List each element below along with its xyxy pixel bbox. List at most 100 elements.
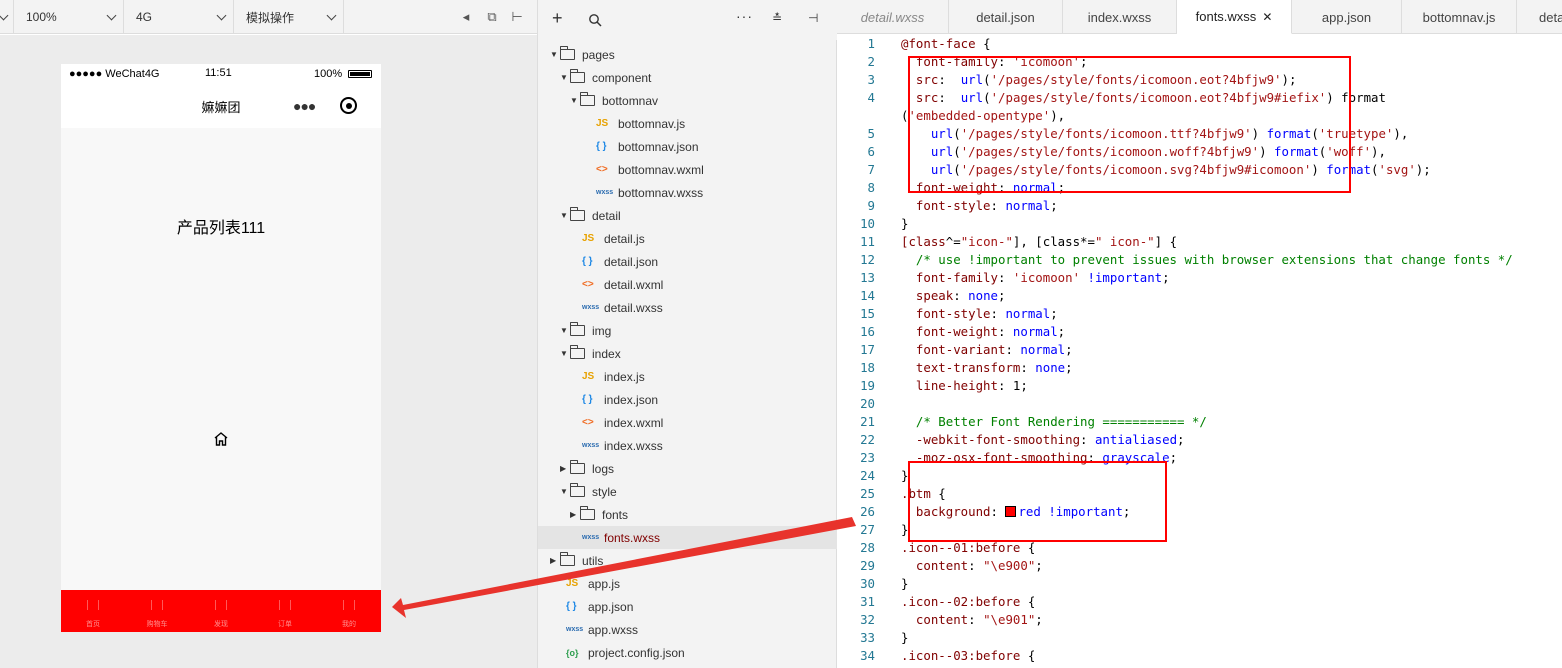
expanded-arrow-icon[interactable]: ▼ [560, 73, 570, 82]
close-capsule-icon[interactable] [340, 97, 357, 114]
simulate-select[interactable]: 模拟操作 [234, 0, 344, 34]
js-file-icon: JS [582, 371, 595, 382]
bottom-tab[interactable]: 发现 [189, 590, 253, 632]
code-line: } [901, 630, 909, 645]
tab-icon [343, 600, 355, 610]
split-icon[interactable]: ⊢ [510, 10, 524, 24]
editor-tab[interactable]: index.wxss [1063, 0, 1177, 34]
code-line: -webkit-font-smoothing: antialiased; [915, 432, 1185, 447]
more-options-icon[interactable]: ··· [736, 8, 753, 24]
tree-item[interactable]: <> detail.wxml [582, 273, 663, 296]
network-select[interactable]: 4G [124, 0, 234, 34]
code-line: /* use !important to prevent issues with… [901, 252, 1513, 267]
line-number: 24 [860, 468, 875, 483]
simulate-value: 模拟操作 [246, 10, 295, 25]
editor-tab[interactable]: deta [1517, 0, 1562, 34]
tree-item[interactable]: { } bottomnav.json [596, 135, 699, 158]
collapsed-arrow-icon[interactable]: ▶ [570, 510, 580, 519]
tree-item[interactable]: ▼ pages [550, 43, 615, 66]
tree-item[interactable]: ▶ utils [550, 549, 603, 572]
nav-bar: 嫲嫲团 ●●● [61, 84, 381, 128]
bottom-tab[interactable]: 我的 [317, 590, 381, 632]
popout-icon[interactable]: ⧉ [485, 10, 499, 24]
folder-icon [559, 552, 575, 566]
tree-item[interactable]: JS detail.js [582, 227, 645, 250]
tab-icon [151, 600, 163, 610]
expanded-arrow-icon[interactable]: ▼ [560, 211, 570, 220]
tree-item[interactable]: wxss bottomnav.wxss [596, 181, 703, 204]
tab-label: bottomnav.js [1422, 9, 1496, 25]
tree-item[interactable]: ▼ detail [560, 204, 621, 227]
bottom-tab[interactable]: 购物车 [125, 590, 189, 632]
sort-icon[interactable]: ≛ [772, 11, 782, 25]
line-number: 31 [860, 594, 875, 609]
tree-item[interactable]: ▼ index [560, 342, 621, 365]
bottom-tab[interactable]: 首页 [61, 590, 125, 632]
tree-item-label: detail.wxml [604, 277, 664, 292]
tab-label: index.wxss [1087, 9, 1152, 25]
expanded-arrow-icon[interactable]: ▼ [550, 50, 560, 59]
tab-label: 首页 [86, 621, 100, 628]
home-icon[interactable] [212, 430, 230, 448]
tree-item[interactable]: <> index.wxml [582, 411, 663, 434]
add-icon[interactable]: + [552, 9, 563, 27]
collapsed-arrow-icon[interactable]: ▶ [550, 556, 560, 565]
tree-item[interactable]: wxss detail.wxss [582, 296, 663, 319]
tree-item[interactable]: ▶ fonts [570, 503, 628, 526]
tree-item[interactable]: ▼ component [560, 66, 651, 89]
tree-item[interactable]: { } app.json [566, 595, 633, 618]
line-number: 25 [860, 486, 875, 501]
tree-item-label: bottomnav.js [618, 116, 686, 131]
json-file-icon: { } [582, 256, 593, 267]
editor-tab[interactable]: fonts.wxss ✕ [1177, 0, 1292, 34]
line-number: 34 [860, 648, 875, 663]
zoom-select[interactable]: 100% [14, 0, 124, 34]
tree-item[interactable]: ▶ logs [560, 457, 614, 480]
tree-item[interactable]: { } detail.json [582, 250, 658, 273]
close-tab-icon[interactable]: ✕ [1262, 10, 1272, 24]
tree-item-label: index [592, 346, 621, 361]
search-icon[interactable] [588, 13, 602, 27]
code-line: font-weight: normal; [915, 324, 1066, 339]
status-bar: ●●●●● WeChat4G 11:51 100% [61, 64, 381, 84]
collapse-icon[interactable]: ⊣ [808, 11, 818, 25]
collapsed-arrow-icon[interactable]: ▶ [560, 464, 570, 473]
tree-item[interactable]: JS index.js [582, 365, 645, 388]
tree-item[interactable]: JS bottomnav.js [596, 112, 685, 135]
editor-tab[interactable]: app.json [1292, 0, 1402, 34]
file-tree: ▼ pages ▼ component ▼ bottomnav JS bottomnav.js… [537, 40, 838, 668]
tree-item[interactable]: JS app.js [566, 572, 620, 595]
tree-item-label: img [592, 323, 612, 338]
tree-item[interactable]: ▼ bottomnav [570, 89, 658, 112]
tree-item[interactable]: { } index.json [582, 388, 658, 411]
tree-item[interactable]: wxss fonts.wxss [538, 526, 838, 549]
device-select[interactable] [0, 0, 14, 34]
folder-icon [579, 506, 595, 520]
line-number: 18 [860, 360, 875, 375]
code-line: line-height: 1; [915, 378, 1028, 393]
volume-icon[interactable]: ◂ [459, 10, 473, 24]
editor-tab[interactable]: bottomnav.js [1402, 0, 1517, 34]
tree-item-label: index.js [604, 369, 645, 384]
tree-item[interactable]: wxss index.wxss [582, 434, 663, 457]
expanded-arrow-icon[interactable]: ▼ [560, 349, 570, 358]
expanded-arrow-icon[interactable]: ▼ [560, 326, 570, 335]
folder-open-icon [569, 69, 585, 83]
tree-item[interactable]: {o} project.config.json [566, 641, 685, 664]
explorer-header: + ··· ≛ ⊣ [537, 0, 837, 40]
line-number: 20 [860, 396, 875, 411]
editor-tab[interactable]: detail.json [949, 0, 1063, 34]
line-number: 30 [860, 576, 875, 591]
bottom-tab[interactable]: 订单 [253, 590, 317, 632]
editor-tab[interactable]: detail.wxss [837, 0, 949, 34]
expanded-arrow-icon[interactable]: ▼ [560, 487, 570, 496]
line-number: 3 [867, 72, 875, 87]
expanded-arrow-icon[interactable]: ▼ [570, 96, 580, 105]
more-icon[interactable]: ●●● [293, 98, 316, 114]
line-number: 10 [860, 216, 875, 231]
tree-item[interactable]: ▼ style [560, 480, 617, 503]
folder-open-icon [569, 483, 585, 497]
tree-item[interactable]: <> bottomnav.wxml [596, 158, 704, 181]
tree-item[interactable]: wxss app.wxss [566, 618, 638, 641]
tree-item[interactable]: ▼ img [560, 319, 611, 342]
